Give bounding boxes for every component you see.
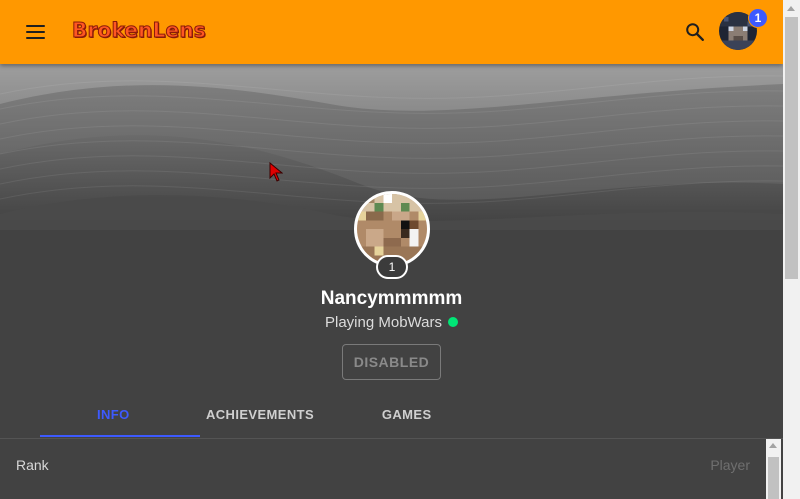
info-row-rank: Rank Player: [0, 439, 766, 489]
presence-status-text: Playing MobWars: [325, 314, 442, 331]
app-logo[interactable]: BrokenLens: [72, 18, 207, 43]
username: Nancymmmmm: [320, 288, 463, 309]
profile-tabs: INFO ACHIEVEMENTS GAMES: [40, 391, 480, 439]
info-label: Rank: [16, 457, 49, 473]
scroll-up-arrow-icon[interactable]: [787, 6, 795, 11]
tab-achievements[interactable]: ACHIEVEMENTS: [187, 391, 334, 437]
hamburger-menu-icon: [26, 25, 45, 27]
mouse-cursor-icon: [269, 162, 283, 182]
disabled-button[interactable]: DISABLED: [342, 344, 441, 380]
tab-info[interactable]: INFO: [40, 391, 187, 437]
presence-status: Playing MobWars: [0, 314, 783, 331]
main-content: BrokenLens 1 1 Nancymmmmm Playing MobWar…: [0, 0, 783, 499]
search-icon: [686, 23, 704, 41]
level-badge: 1: [376, 255, 408, 279]
top-app-bar: BrokenLens 1: [0, 0, 783, 64]
page: BrokenLens 1 1 Nancymmmmm Playing MobWar…: [0, 0, 800, 499]
search-button[interactable]: [684, 21, 706, 43]
active-tab-indicator: [40, 435, 200, 437]
info-scrollbar[interactable]: [766, 439, 781, 499]
scroll-up-arrow-icon[interactable]: [769, 443, 777, 448]
page-scrollbar[interactable]: [783, 0, 800, 499]
page-scrollbar-thumb[interactable]: [785, 17, 798, 279]
menu-button[interactable]: [24, 20, 48, 44]
info-scrollbar-thumb[interactable]: [768, 457, 779, 499]
online-status-icon: [447, 317, 458, 327]
notification-badge: 1: [748, 8, 768, 28]
account-button[interactable]: 1: [719, 8, 768, 52]
tab-games[interactable]: GAMES: [333, 391, 480, 437]
info-value: Player: [710, 457, 750, 473]
